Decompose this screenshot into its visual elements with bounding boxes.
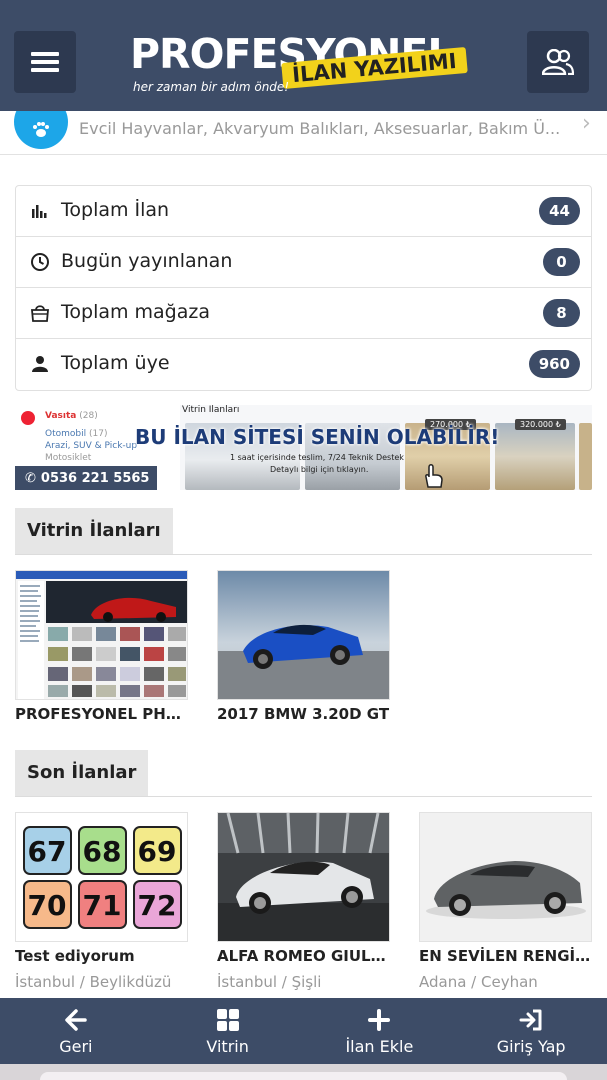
banner-sub2: Arazi, SUV & Pick-up	[45, 441, 138, 451]
site-stats-list: Toplam İlan 44 Bugün yayınlanan 0 Toplam…	[15, 185, 592, 391]
stat-count-badge: 0	[543, 248, 580, 276]
arrow-left-icon	[65, 1007, 87, 1033]
listing-thumbnail: 67 68 69 70 71 72	[15, 812, 188, 942]
bottom-navigation: Geri Vitrin İlan Ekle Giriş Yap	[0, 998, 607, 1064]
section-header-vitrin: Vitrin İlanları	[15, 508, 592, 555]
banner-price-tag: 320.000 ₺	[515, 419, 566, 430]
browser-bottom-bar	[0, 1064, 607, 1080]
listing-title: 2017 BMW 3.20D GT	[217, 705, 390, 723]
stat-count-badge: 44	[539, 197, 580, 225]
banner-note: Detaylı bilgi için tıklayın.	[270, 465, 369, 474]
nav-label: Geri	[59, 1036, 93, 1056]
latest-listing-card[interactable]: ALFA ROMEO GIULIA... İstanbul / Şişli	[217, 812, 390, 991]
banner-sub1-count: (17)	[88, 429, 108, 439]
banner-sub1: Otomobil	[45, 429, 87, 439]
category-row-pets[interactable]: Evcil Hayvanlar, Akvaryum Balıkları, Aks…	[0, 111, 607, 155]
banner-headline: BU İLAN SİTESİ SENİN OLABİLİR!	[135, 425, 500, 449]
stat-published-today: Bugün yayınlanan 0	[16, 237, 591, 288]
listing-location: İstanbul / Şişli	[217, 973, 322, 991]
section-title: Son İlanlar	[15, 750, 149, 796]
stat-total-stores: Toplam mağaza 8	[16, 288, 591, 339]
listing-thumbnail	[217, 812, 390, 942]
stat-label: Toplam mağaza	[61, 301, 211, 323]
stat-count-badge: 960	[528, 350, 580, 378]
number-tile: 71	[83, 889, 122, 922]
stat-label: Toplam İlan	[61, 199, 170, 221]
car-icon	[21, 411, 35, 425]
number-tile: 69	[138, 835, 177, 868]
logo-slogan: her zaman bir adım önde!	[133, 80, 290, 94]
banner-category: Vasıta	[45, 411, 77, 421]
section-header-latest: Son İlanlar	[15, 750, 592, 797]
banner-vitrin-title: Vitrin İlanları	[182, 405, 240, 415]
listing-title: ALFA ROMEO GIULIA...	[217, 947, 390, 965]
nav-back[interactable]: Geri	[0, 998, 152, 1064]
user-icon	[32, 356, 48, 372]
number-tile: 70	[28, 889, 67, 922]
banner-category-count: (28)	[79, 411, 98, 421]
number-tile: 68	[83, 835, 122, 868]
login-icon	[519, 1007, 543, 1033]
site-logo[interactable]: PROFESYONEL İLAN YAZILIMI her zaman bir …	[130, 28, 475, 100]
stat-total-members: Toplam üye 960	[16, 339, 591, 390]
listing-thumbnail	[419, 812, 592, 942]
listing-title: Test ediyorum	[15, 947, 135, 965]
category-subtitle: Evcil Hayvanlar, Akvaryum Balıkları, Aks…	[79, 119, 561, 138]
nav-label: Vitrin	[206, 1036, 249, 1056]
pointer-hand-icon	[425, 464, 443, 488]
pet-category-icon	[14, 111, 68, 149]
menu-button[interactable]	[14, 31, 76, 93]
nav-label: İlan Ekle	[345, 1036, 414, 1056]
nav-vitrin[interactable]: Vitrin	[152, 998, 304, 1064]
hamburger-icon	[31, 52, 59, 72]
bar-chart-icon	[32, 205, 47, 218]
users-icon	[542, 49, 574, 75]
chevron-right-icon: ›	[582, 111, 591, 136]
latest-listing-card[interactable]: 67 68 69 70 71 72 Test ediyorum İstanbul…	[15, 812, 188, 991]
banner-phone[interactable]: ✆ 0536 221 5565	[15, 466, 157, 490]
users-button[interactable]	[527, 31, 589, 93]
listing-title: EN SEVİLEN RENGİ İL...	[419, 947, 592, 965]
latest-listing-card[interactable]: EN SEVİLEN RENGİ İL... Adana / Ceyhan	[419, 812, 592, 991]
stat-count-badge: 8	[543, 299, 580, 327]
nav-add-listing[interactable]: İlan Ekle	[304, 998, 456, 1064]
nav-label: Giriş Yap	[496, 1036, 566, 1056]
listing-thumbnail	[15, 570, 188, 700]
shopping-bag-icon	[31, 305, 49, 322]
grid-icon	[216, 1007, 239, 1033]
clock-icon	[31, 253, 49, 271]
stat-label: Bugün yayınlanan	[61, 250, 233, 272]
plus-icon	[368, 1007, 391, 1033]
vitrin-card[interactable]: PROFESYONEL PHP İ...	[15, 570, 188, 723]
address-bar[interactable]	[40, 1072, 567, 1080]
listing-title: PROFESYONEL PHP İ...	[15, 705, 188, 723]
nav-login[interactable]: Giriş Yap	[455, 998, 607, 1064]
banner-house-photo	[579, 423, 592, 490]
banner-house-photo	[495, 423, 575, 490]
top-header: PROFESYONEL İLAN YAZILIMI her zaman bir …	[0, 0, 607, 111]
vitrin-card[interactable]: 2017 BMW 3.20D GT	[217, 570, 390, 723]
stat-label: Toplam üye	[61, 352, 170, 374]
section-title: Vitrin İlanları	[15, 508, 173, 554]
listing-location: İstanbul / Beylikdüzü	[15, 973, 172, 991]
banner-phone-number: 0536 221 5565	[40, 470, 150, 486]
number-tile: 67	[28, 835, 67, 868]
promo-banner[interactable]: Vasıta (28) Otomobil (17) Arazi, SUV & P…	[15, 405, 592, 490]
listing-thumbnail	[217, 570, 390, 700]
banner-sub3: Motosiklet	[45, 453, 92, 463]
number-tile: 72	[138, 889, 177, 922]
listing-location: Adana / Ceyhan	[419, 973, 538, 991]
stat-total-listings: Toplam İlan 44	[16, 186, 591, 237]
phone-icon: ✆	[25, 470, 36, 486]
banner-note: 1 saat içerisinde teslim, 7/24 Teknik De…	[230, 453, 404, 462]
